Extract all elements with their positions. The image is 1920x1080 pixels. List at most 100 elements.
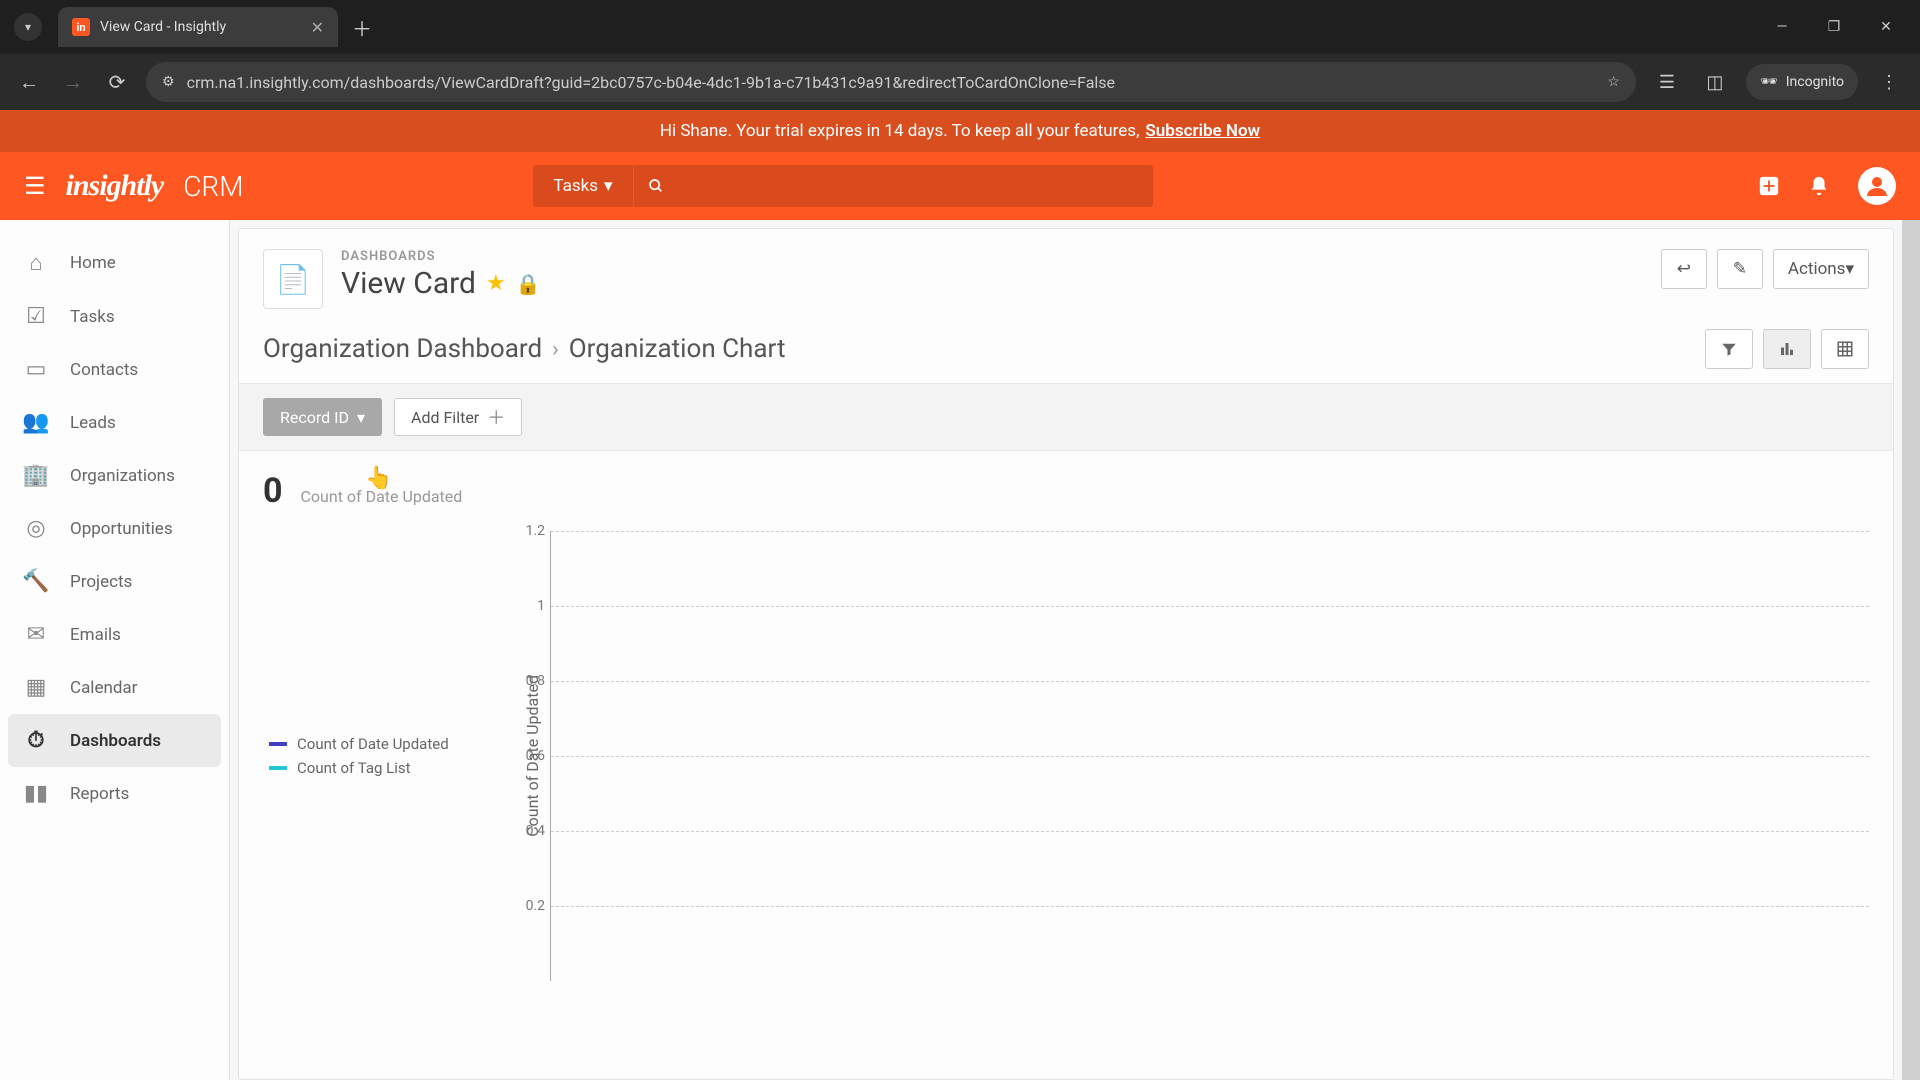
envelope-icon: ✉ xyxy=(22,622,50,647)
y-tick-label: 0.8 xyxy=(515,673,545,689)
side-panel-icon[interactable]: ◫ xyxy=(1698,72,1732,93)
sidebar-item-calendar[interactable]: ▦Calendar xyxy=(0,661,229,714)
sidebar-item-organizations[interactable]: 🏢Organizations xyxy=(0,449,229,502)
forward-button[interactable]: → xyxy=(58,70,88,95)
legend-label: Count of Tag List xyxy=(297,759,411,777)
gridline xyxy=(551,831,1869,832)
sidebar-item-label: Opportunities xyxy=(70,519,173,539)
browser-menu-icon[interactable]: ⋮ xyxy=(1872,72,1906,93)
filter-toggle-button[interactable] xyxy=(1705,329,1753,369)
gridline xyxy=(551,681,1869,682)
calendar-icon: ▦ xyxy=(22,675,50,700)
chart-view-button[interactable] xyxy=(1763,329,1811,369)
sidebar-item-reports[interactable]: ▮▮ Reports xyxy=(0,767,229,820)
breadcrumb-chart: Organization Chart xyxy=(569,334,786,364)
incognito-label: Incognito xyxy=(1786,74,1844,90)
legend-item: Count of Date Updated xyxy=(269,735,523,753)
sidebar-item-dashboards[interactable]: ⏱ Dashboards xyxy=(8,714,221,767)
search-icon xyxy=(634,178,678,194)
gridline xyxy=(551,606,1869,607)
chart-legend: Count of Date Updated Count of Tag List xyxy=(263,531,523,981)
subscribe-now-link[interactable]: Subscribe Now xyxy=(1145,121,1260,141)
tab-search-dropdown[interactable]: ▾ xyxy=(14,13,42,41)
actions-label: Actions xyxy=(1788,259,1846,279)
legend-swatch-icon xyxy=(269,742,287,746)
add-filter-button[interactable]: Add Filter ＋ xyxy=(394,398,522,436)
sidebar-item-label: Emails xyxy=(70,625,121,645)
y-tick-label: 0.4 xyxy=(515,823,545,839)
breadcrumb-dashboard[interactable]: Organization Dashboard xyxy=(263,334,542,364)
chevron-down-icon: ▾ xyxy=(1845,259,1854,279)
site-settings-icon[interactable]: ⚙ xyxy=(162,74,175,90)
check-icon: ☑ xyxy=(22,304,50,329)
user-avatar[interactable] xyxy=(1858,167,1896,205)
reload-button[interactable]: ⟳ xyxy=(102,70,132,94)
edit-button[interactable]: ✎ xyxy=(1717,249,1763,289)
metric-value: 0 xyxy=(263,471,283,511)
y-tick-label: 1 xyxy=(515,598,545,614)
y-tick-label: 1.2 xyxy=(515,523,545,539)
app-name: CRM xyxy=(183,170,243,203)
chevron-right-icon: › xyxy=(552,337,559,362)
table-view-button[interactable] xyxy=(1821,329,1869,369)
legend-label: Count of Date Updated xyxy=(297,735,449,753)
sidebar-item-label: Contacts xyxy=(70,360,138,380)
gridline xyxy=(551,756,1869,757)
card-type-icon: 📄 xyxy=(263,249,323,309)
url-text: crm.na1.insightly.com/dashboards/ViewCar… xyxy=(187,73,1596,92)
sidebar-item-contacts[interactable]: ▭ Contacts xyxy=(0,343,229,396)
notifications-icon[interactable] xyxy=(1808,175,1830,197)
main-panel: 📄 DASHBOARDS View Card ★ 🔒 ↩ ✎ Actions▾ xyxy=(238,228,1894,1080)
sidebar-item-projects[interactable]: 🔨 Projects xyxy=(0,555,229,608)
gridline xyxy=(551,531,1869,532)
add-filter-label: Add Filter xyxy=(411,408,479,427)
incognito-badge[interactable]: 🕶 Incognito xyxy=(1746,64,1858,100)
sidebar-item-leads[interactable]: 👥Leads xyxy=(0,396,229,449)
window-minimize-icon[interactable]: — xyxy=(1758,7,1806,47)
insightly-logo[interactable]: insightly xyxy=(66,169,164,203)
sidebar-item-home[interactable]: ⌂ Home xyxy=(0,236,229,290)
target-icon: ◎ xyxy=(22,516,50,541)
sidebar-item-tasks[interactable]: ☑ Tasks xyxy=(0,290,229,343)
sidebar-item-label: Dashboards xyxy=(70,731,161,751)
people-icon: 👥 xyxy=(22,410,50,435)
bookmark-star-icon[interactable]: ☆ xyxy=(1607,74,1620,90)
search-category-label: Tasks xyxy=(553,176,598,196)
legend-item: Count of Tag List xyxy=(269,759,523,777)
sidebar-item-label: Home xyxy=(70,253,116,273)
filter-chip-label: Record ID xyxy=(280,408,349,427)
back-to-dashboard-button[interactable]: ↩ xyxy=(1661,249,1707,289)
back-button[interactable]: ← xyxy=(14,70,44,95)
actions-dropdown[interactable]: Actions▾ xyxy=(1773,249,1869,289)
window-maximize-icon[interactable]: ❐ xyxy=(1810,7,1858,47)
filter-chip-record-id[interactable]: Record ID ▾ xyxy=(263,398,382,436)
global-search[interactable]: Tasks ▾ xyxy=(533,165,1153,207)
add-new-icon[interactable] xyxy=(1758,175,1780,197)
close-tab-icon[interactable]: ✕ xyxy=(311,18,324,37)
search-category-dropdown[interactable]: Tasks ▾ xyxy=(533,165,633,207)
window-close-icon[interactable]: ✕ xyxy=(1862,7,1910,47)
browser-toolbar: ← → ⟳ ⚙ crm.na1.insightly.com/dashboards… xyxy=(0,54,1920,110)
home-icon: ⌂ xyxy=(22,250,50,276)
gridline xyxy=(551,906,1869,907)
search-input[interactable] xyxy=(678,177,1154,195)
favorite-star-icon[interactable]: ★ xyxy=(486,271,506,296)
sidebar-item-label: Organizations xyxy=(70,466,175,486)
y-tick-label: 0.6 xyxy=(515,748,545,764)
reading-list-icon[interactable]: ☰ xyxy=(1650,72,1684,93)
menu-toggle-icon[interactable]: ☰ xyxy=(24,172,46,200)
card-icon: ▭ xyxy=(22,357,50,382)
address-bar[interactable]: ⚙ crm.na1.insightly.com/dashboards/ViewC… xyxy=(146,62,1636,102)
sidebar-item-label: Tasks xyxy=(70,307,115,327)
incognito-icon: 🕶 xyxy=(1760,74,1778,90)
new-tab-button[interactable]: ＋ xyxy=(352,13,372,42)
sidebar-item-label: Reports xyxy=(70,784,129,804)
bar-chart-icon: ▮▮ xyxy=(22,781,50,806)
sidebar-item-opportunities[interactable]: ◎ Opportunities xyxy=(0,502,229,555)
gauge-icon: ⏱ xyxy=(22,728,50,753)
sidebar-item-label: Projects xyxy=(70,572,132,592)
browser-tab[interactable]: in View Card - Insightly ✕ xyxy=(58,7,338,47)
hammer-icon: 🔨 xyxy=(22,569,50,594)
favicon-icon: in xyxy=(72,18,90,36)
sidebar-item-emails[interactable]: ✉ Emails xyxy=(0,608,229,661)
